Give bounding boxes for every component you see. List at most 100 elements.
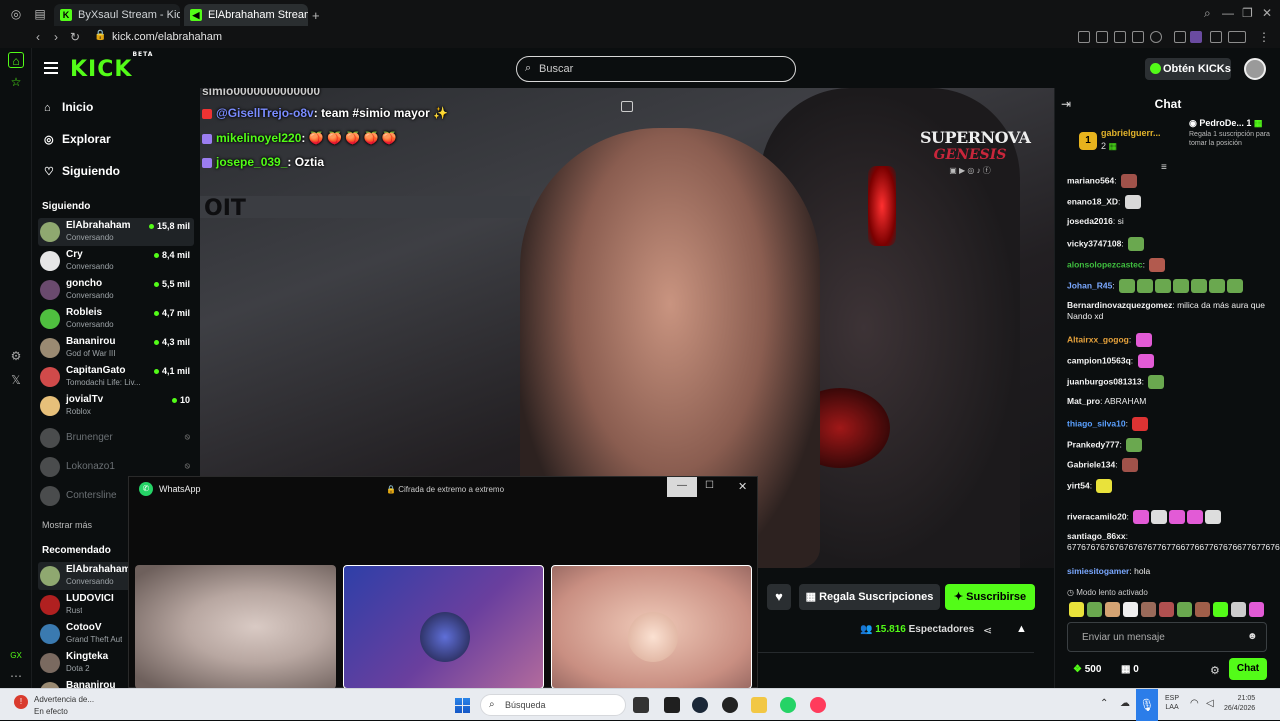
chat-username[interactable]: Johan_R45 [1067, 280, 1112, 290]
search-tabs-icon[interactable]: ⌕ [1204, 6, 1211, 21]
forward-icon[interactable]: › [54, 30, 58, 44]
snapshot-icon[interactable] [1096, 31, 1108, 43]
heart-extension-icon[interactable] [1150, 31, 1162, 43]
nav-following[interactable]: ♡ Siguiendo [44, 164, 120, 178]
chat-username[interactable]: campion10563q [1067, 355, 1131, 365]
emoji-picker-icon[interactable]: ☻ [1247, 631, 1258, 642]
wifi-icon[interactable]: ◠ [1190, 698, 1199, 709]
chat-send-button[interactable]: Chat [1229, 658, 1267, 680]
maximize-button[interactable]: ☐ [705, 480, 714, 491]
shield-icon[interactable] [1114, 31, 1126, 43]
chat-filter-icon[interactable]: ≡ [1161, 162, 1167, 173]
close-button[interactable]: ✕ [738, 480, 747, 493]
kicks-balance[interactable]: ❖ 500 [1073, 664, 1101, 675]
nav-explore[interactable]: ◎ Explorar [44, 132, 111, 146]
following-channel[interactable]: ElAbrahaham Conversando 15,8 mil [38, 218, 194, 246]
emote-icon[interactable] [1141, 602, 1156, 617]
emote-icon[interactable] [1213, 602, 1228, 617]
gx-icon[interactable]: GX [8, 648, 24, 664]
gear-icon[interactable]: ⚙ [1210, 664, 1220, 677]
following-channel[interactable]: Robleis Conversando 4,7 mil [38, 305, 194, 333]
microphone-icon[interactable]: 🎙 [1136, 689, 1158, 721]
chat-username[interactable]: Bernardinovazquezgomez [1067, 300, 1172, 310]
whatsapp-icon[interactable] [780, 697, 796, 713]
chatgpt-icon[interactable]: ⚙ [8, 348, 24, 364]
offline-channel[interactable]: Brunenger ⦸ [38, 424, 194, 452]
back-icon[interactable]: ‹ [36, 30, 40, 44]
chat-input[interactable] [1067, 622, 1267, 652]
following-channel[interactable]: CapitanGato Tomodachi Life: Liv... 4,1 m… [38, 363, 194, 391]
emote-icon[interactable] [1195, 602, 1210, 617]
close-window-icon[interactable]: ✕ [1262, 6, 1272, 20]
taskbar-search[interactable]: ⌕ Búsqueda [480, 694, 626, 716]
volume-icon[interactable]: ◁ [1206, 698, 1214, 709]
avatar[interactable] [1244, 58, 1266, 80]
kick-logo[interactable]: KICKBETA [70, 51, 153, 82]
chat-username[interactable]: joseda2016 [1067, 216, 1113, 226]
emote-icon[interactable] [1159, 602, 1174, 617]
app-icon[interactable] [722, 697, 738, 713]
gift-leaderboard[interactable]: 1 gabrielguerr... 2 ▦ ◉ PedroDe... 1 ▦ R… [1065, 116, 1275, 162]
chat-username[interactable]: alonsolopezcastec [1067, 259, 1143, 269]
language-indicator[interactable]: ESP LAA [1165, 694, 1179, 712]
pin-extension-icon[interactable] [1078, 31, 1090, 43]
menu-icon[interactable] [44, 62, 58, 64]
emote-icon[interactable] [1087, 602, 1102, 617]
extensions-icon[interactable] [1174, 31, 1186, 43]
participant-video-tile[interactable] [343, 565, 544, 689]
chat-username[interactable]: Mat_pro [1067, 396, 1100, 406]
chat-username[interactable]: Altairxx_gogog [1067, 334, 1129, 344]
report-icon[interactable]: ▲ [1016, 623, 1027, 635]
chat-username[interactable]: yirt54 [1067, 480, 1090, 490]
restore-window-icon[interactable]: ❐ [1242, 6, 1253, 20]
new-tab-button[interactable]: + [312, 8, 320, 23]
follow-button[interactable]: ♥ [767, 584, 791, 610]
menu-more-icon[interactable]: ⋮ [1258, 30, 1270, 44]
home-sidebar-icon[interactable]: ⌂ [8, 52, 24, 68]
emote-icon[interactable] [1177, 602, 1192, 617]
share-icon[interactable]: ⋖ [983, 624, 992, 637]
chat-username[interactable]: mariano564 [1067, 175, 1114, 185]
star-icon[interactable]: ☆ [8, 74, 24, 90]
minimize-window-icon[interactable]: — [1222, 6, 1234, 20]
download-icon[interactable] [1210, 31, 1222, 43]
popout-icon[interactable] [621, 101, 633, 112]
following-channel[interactable]: jovialTv Roblox 10 [38, 392, 194, 420]
tray-chevron-icon[interactable]: ⌃ [1100, 698, 1108, 709]
chat-username[interactable]: santiago_86xx [1067, 531, 1126, 541]
chat-username[interactable]: juanburgos081313 [1067, 376, 1142, 386]
cloud-icon[interactable]: ☁ [1120, 698, 1130, 709]
search-bar[interactable]: ⌕ [516, 56, 796, 82]
workspaces-icon[interactable]: ▤ [32, 6, 48, 22]
minimize-button[interactable]: — [667, 477, 697, 497]
gift-balance[interactable]: ▦ 0 [1121, 664, 1139, 675]
tab-byxsaul[interactable]: K ByXsaul Stream - Kick Da [54, 4, 180, 26]
following-channel[interactable]: Bananirou God of War III 4,3 mil [38, 334, 194, 362]
url-text[interactable]: kick.com/elabrahaham [112, 31, 222, 43]
x-twitter-icon[interactable]: 𝕏 [8, 372, 24, 388]
steam-icon[interactable] [692, 697, 708, 713]
search-input[interactable] [539, 61, 779, 77]
emote-icon[interactable] [1231, 602, 1246, 617]
more-dots-icon[interactable]: ⋯ [8, 668, 24, 684]
clock[interactable]: 21:05 26/4/2026 [1224, 694, 1255, 714]
opera-logo-icon[interactable]: ◎ [8, 6, 24, 22]
tab-elabrahaham[interactable]: ◀ ElAbrahaham Stream - [184, 4, 308, 26]
emote-quickbar[interactable] [1069, 602, 1269, 618]
reload-icon[interactable]: ↻ [70, 30, 80, 44]
aria-ai-icon[interactable] [1228, 31, 1246, 43]
chat-username[interactable]: vicky3747108 [1067, 238, 1121, 248]
participant-video-tile[interactable] [135, 565, 336, 689]
app-icon[interactable] [664, 697, 680, 713]
whatsapp-call-window[interactable]: ✆ WhatsApp 🔒 Cifrada de extremo a extrem… [128, 476, 758, 689]
emote-icon[interactable] [1249, 602, 1264, 617]
chat-username[interactable]: riveracamilo20 [1067, 511, 1127, 521]
following-channel[interactable]: Cry Conversando 8,4 mil [38, 247, 194, 275]
emote-icon[interactable] [1105, 602, 1120, 617]
emote-icon[interactable] [1069, 602, 1084, 617]
participant-video-tile[interactable] [551, 565, 752, 689]
nav-home[interactable]: ⌂ Inicio [44, 100, 93, 114]
following-channel[interactable]: goncho Conversando 5,5 mil [38, 276, 194, 304]
profile-extension-icon[interactable] [1190, 31, 1202, 43]
task-view-icon[interactable] [633, 697, 649, 713]
